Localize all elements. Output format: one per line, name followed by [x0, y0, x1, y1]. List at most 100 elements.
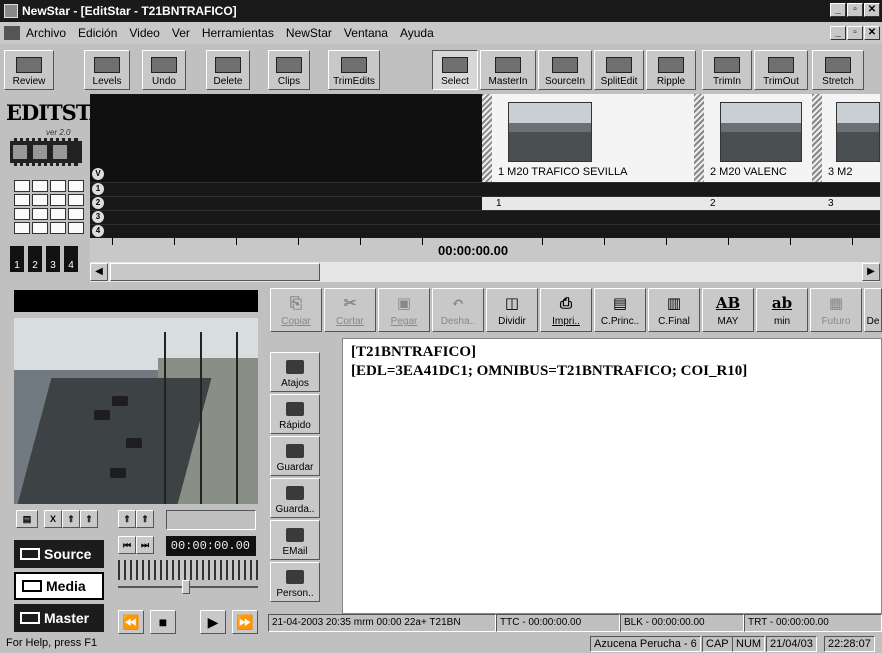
grid-cell[interactable]: [50, 222, 66, 234]
monitor-button[interactable]: ▤: [16, 510, 38, 528]
grid-cell[interactable]: [68, 180, 84, 192]
play-button[interactable]: ▶: [200, 610, 226, 634]
grid-cell[interactable]: [14, 222, 30, 234]
menu-ventana[interactable]: Ventana: [344, 26, 388, 40]
small-button-x[interactable]: X: [44, 510, 62, 528]
menu-video[interactable]: Video: [129, 26, 159, 40]
guardar-button[interactable]: Guardar: [270, 436, 320, 476]
grid-cell[interactable]: [50, 208, 66, 220]
track-row-1[interactable]: 1: [90, 182, 880, 196]
delete-button[interactable]: Delete: [206, 50, 250, 90]
split-button[interactable]: ◫ Dividir: [486, 288, 538, 332]
clip-2[interactable]: 2 M20 VALENC: [704, 94, 812, 182]
print-button[interactable]: ⎙ Impri..: [540, 288, 592, 332]
rewind-button[interactable]: ⏪: [118, 610, 144, 634]
track-row-3[interactable]: 3: [90, 210, 880, 224]
menu-archivo[interactable]: Archivo: [26, 26, 66, 40]
paste-button[interactable]: ▣ Pegar: [378, 288, 430, 332]
script-editor[interactable]: [T21BNTRAFICO] [EDL=3EA41DC1; OMNIBUS=T2…: [342, 338, 882, 614]
grid-cell[interactable]: [32, 194, 48, 206]
c-final-button[interactable]: ▥ C.Final: [648, 288, 700, 332]
mark-out-button[interactable]: ⏭: [136, 536, 154, 554]
guarda-as-button[interactable]: Guarda..: [270, 478, 320, 518]
levels-button[interactable]: Levels: [84, 50, 130, 90]
menu-ayuda[interactable]: Ayuda: [400, 26, 434, 40]
scroll-right-button[interactable]: ▶: [862, 263, 880, 281]
splitedit-button[interactable]: SplitEdit: [594, 50, 644, 90]
small-button[interactable]: ⇑: [118, 510, 136, 528]
clip-3[interactable]: 3 M2: [822, 94, 880, 182]
undo-text-button[interactable]: ↶ Desha..: [432, 288, 484, 332]
restore-button[interactable]: ▫: [847, 3, 863, 17]
close-button[interactable]: ✕: [864, 3, 880, 17]
track-button-3[interactable]: 3: [46, 246, 60, 272]
stretch-button[interactable]: Stretch: [812, 50, 864, 90]
doc-close-button[interactable]: ✕: [864, 26, 880, 40]
small-button[interactable]: ⇑: [136, 510, 154, 528]
grid-cell[interactable]: [32, 180, 48, 192]
timeline[interactable]: 1 M20 TRAFICO SEVILLA 2 M20 VALENC 3 M2 …: [90, 94, 880, 238]
lowercase-button[interactable]: ab min: [756, 288, 808, 332]
track-button-2[interactable]: 2: [28, 246, 42, 272]
media-mode-button[interactable]: Media: [14, 572, 104, 600]
grid-cell[interactable]: [14, 194, 30, 206]
time-ruler[interactable]: 00:00:00.00: [90, 238, 880, 262]
grid-cell[interactable]: [68, 194, 84, 206]
source-mode-button[interactable]: Source: [14, 540, 104, 568]
select-button[interactable]: Select: [432, 50, 478, 90]
cut-button[interactable]: ✂ Cortar: [324, 288, 376, 332]
trimedits-button[interactable]: TrimEdits: [328, 50, 380, 90]
c-princ-button[interactable]: ▤ C.Princ..: [594, 288, 646, 332]
futuro-button[interactable]: ▦ Futuro: [810, 288, 862, 332]
track-button-4[interactable]: 4: [64, 246, 78, 272]
grid-cell[interactable]: [32, 208, 48, 220]
minimize-button[interactable]: _: [830, 3, 846, 17]
trimin-button[interactable]: TrimIn: [702, 50, 752, 90]
uppercase-button[interactable]: AB MAY: [702, 288, 754, 332]
email-button[interactable]: EMail: [270, 520, 320, 560]
shuttle-knob[interactable]: [182, 580, 190, 594]
timeline-scrollbar[interactable]: ◀ ▶: [90, 262, 880, 282]
rapido-button[interactable]: Rápido: [270, 394, 320, 434]
menu-edicion[interactable]: Edición: [78, 26, 117, 40]
audio-track-bar[interactable]: 1 2 3: [482, 197, 880, 211]
small-button[interactable]: ⇑: [62, 510, 80, 528]
masterin-button[interactable]: MasterIn: [480, 50, 536, 90]
menu-herramientas[interactable]: Herramientas: [202, 26, 274, 40]
grid-cell[interactable]: [32, 222, 48, 234]
small-button[interactable]: ⇑: [80, 510, 98, 528]
atajos-button[interactable]: Atajos: [270, 352, 320, 392]
sourcein-button[interactable]: SourceIn: [538, 50, 592, 90]
person-button[interactable]: Person..: [270, 562, 320, 602]
video-preview[interactable]: [14, 318, 258, 504]
grid-cell[interactable]: [50, 180, 66, 192]
clip-1[interactable]: 1 M20 TRAFICO SEVILLA: [492, 94, 694, 182]
menu-newstar[interactable]: NewStar: [286, 26, 332, 40]
fast-forward-button[interactable]: ⏩: [232, 610, 258, 634]
copy-button[interactable]: ⎘ Copiar: [270, 288, 322, 332]
track-button-1[interactable]: 1: [10, 246, 24, 272]
mark-in-button[interactable]: ⏮: [118, 536, 136, 554]
grid-cell[interactable]: [14, 180, 30, 192]
document-icon[interactable]: [4, 26, 20, 40]
ripple-button[interactable]: Ripple: [646, 50, 696, 90]
jog-wheel[interactable]: [118, 560, 258, 580]
menu-ver[interactable]: Ver: [172, 26, 190, 40]
grid-cell[interactable]: [14, 208, 30, 220]
track-row-2[interactable]: 2 1 2 3: [90, 196, 880, 211]
review-button[interactable]: Review: [4, 50, 54, 90]
master-mode-button[interactable]: Master: [14, 604, 104, 632]
scroll-thumb[interactable]: [110, 263, 320, 281]
trimout-button[interactable]: TrimOut: [754, 50, 808, 90]
clips-button[interactable]: Clips: [268, 50, 310, 90]
stop-button[interactable]: ■: [150, 610, 176, 634]
grid-cell[interactable]: [68, 208, 84, 220]
scroll-left-button[interactable]: ◀: [90, 263, 108, 281]
grid-cell[interactable]: [50, 194, 66, 206]
grid-cell[interactable]: [68, 222, 84, 234]
de-button[interactable]: De: [864, 288, 882, 332]
doc-restore-button[interactable]: ▫: [847, 26, 863, 40]
undo-button[interactable]: Undo: [142, 50, 186, 90]
track-row-4[interactable]: 4: [90, 224, 880, 238]
doc-minimize-button[interactable]: _: [830, 26, 846, 40]
